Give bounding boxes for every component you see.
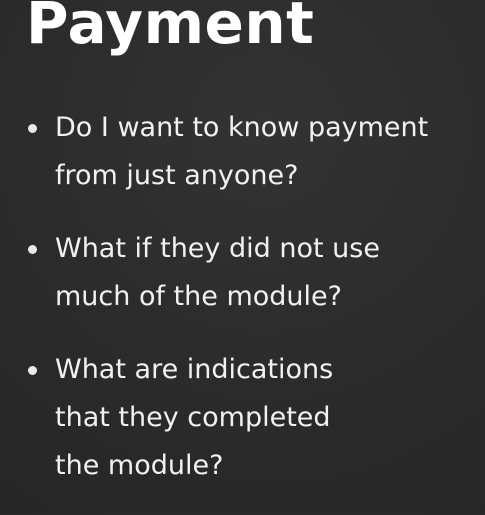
- bullet-dot-icon: [28, 124, 37, 133]
- bullet-2-line-1: What if they did not use: [55, 233, 380, 264]
- bullet-1-line-2: from just anyone?: [55, 160, 299, 191]
- bullet-dot-icon: [28, 366, 37, 375]
- bullet-3-line-2: that they completed: [55, 402, 331, 433]
- bullet-item-2: What if they did not use much of the mod…: [26, 225, 476, 321]
- slide-title: Payment: [26, 0, 315, 57]
- bullet-2-line-2: much of the module?: [55, 281, 342, 312]
- bullet-item-3: What are indications that they completed…: [26, 346, 476, 490]
- bullet-3-line-1: What are indications: [55, 354, 334, 385]
- slide: Payment Do I want to know payment from j…: [0, 0, 485, 513]
- bullet-item-1: Do I want to know payment from just anyo…: [26, 104, 476, 200]
- bullet-dot-icon: [28, 245, 37, 254]
- bullet-3-line-3: the module?: [55, 450, 224, 481]
- bullet-1-line-1: Do I want to know payment: [55, 112, 429, 143]
- bullet-list: Do I want to know payment from just anyo…: [26, 104, 476, 515]
